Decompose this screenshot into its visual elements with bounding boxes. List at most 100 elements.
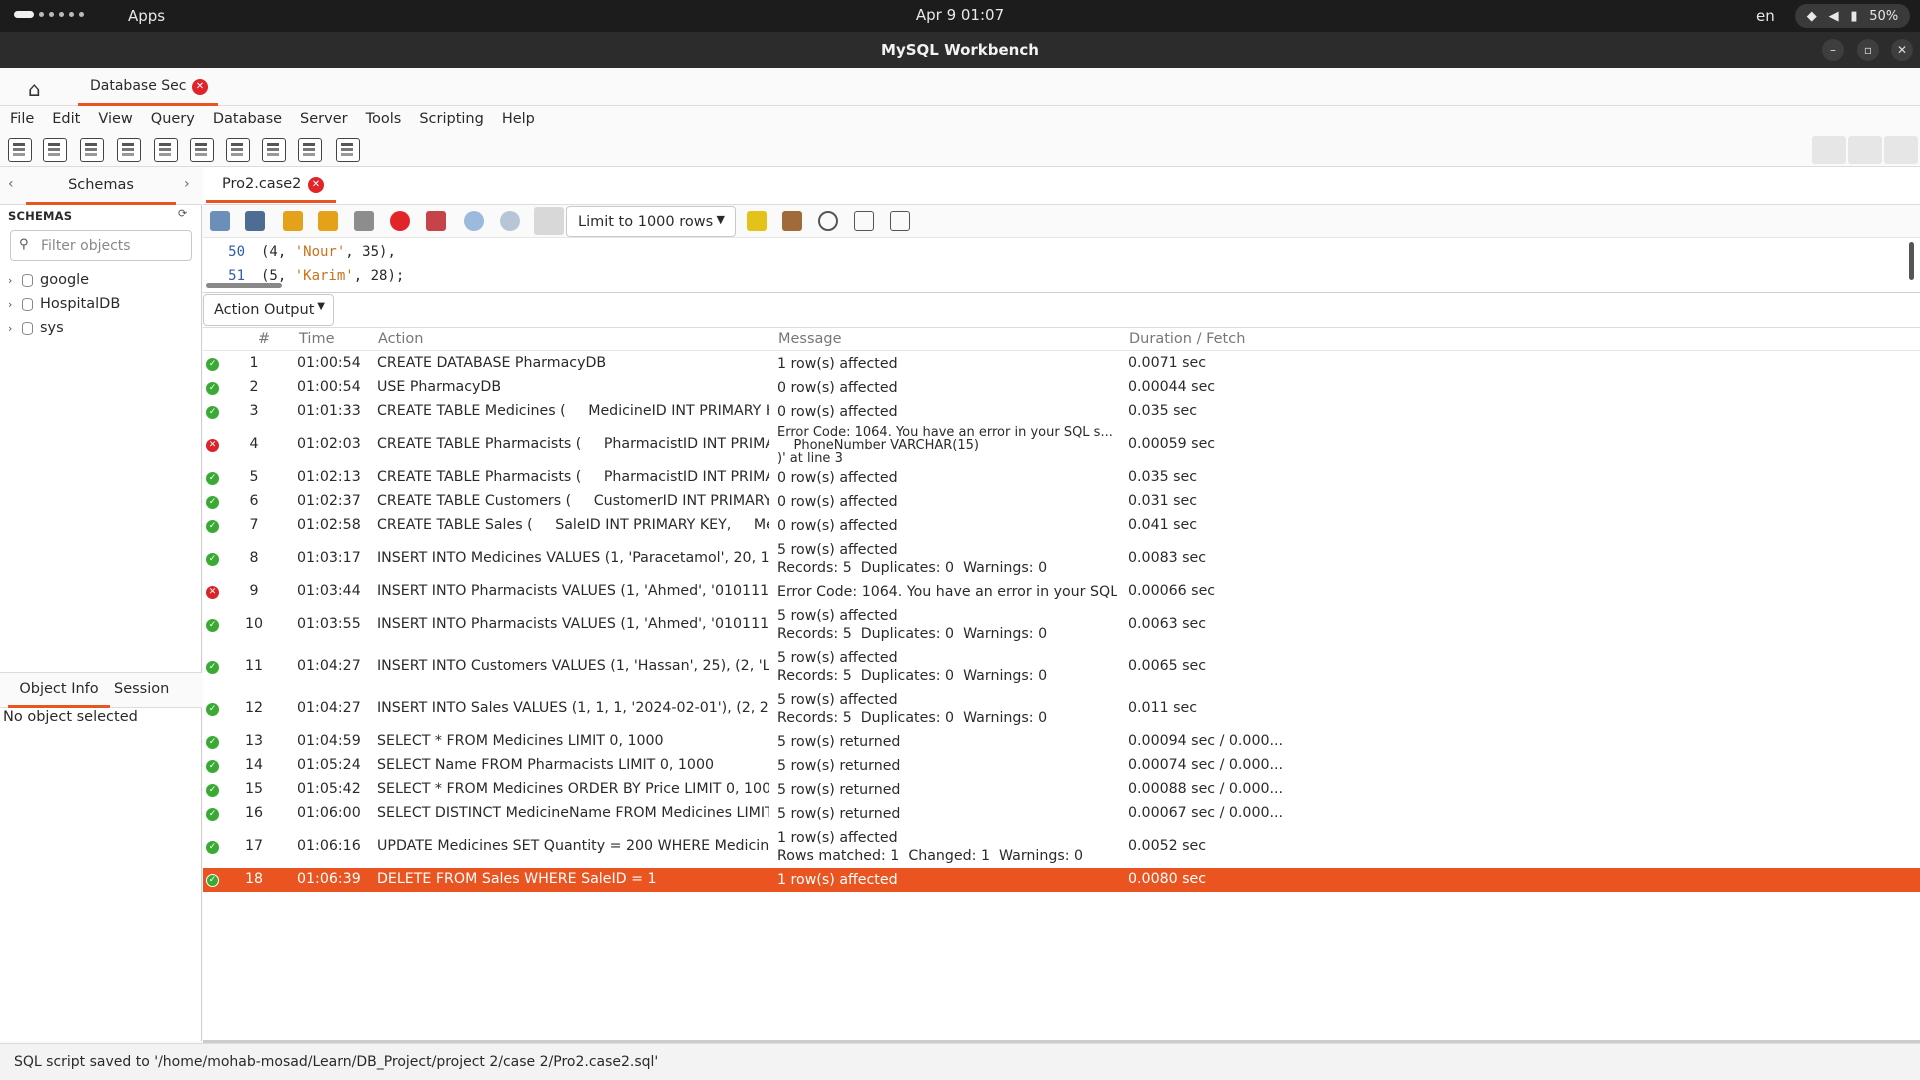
menu-server[interactable]: Server	[300, 106, 358, 133]
add-snippet-icon[interactable]	[747, 211, 767, 231]
output-row[interactable]: ✓ 15 01:05:42 SELECT * FROM Medicines ORDER…	[203, 778, 1920, 802]
home-icon[interactable]: ⌂	[28, 79, 52, 99]
save-icon[interactable]	[245, 211, 265, 231]
output-row[interactable]: ✓ 1 01:00:54 CREATE DATABASE PharmacyDB 1 ro…	[203, 352, 1920, 376]
maximize-button[interactable]: ▫	[1857, 39, 1879, 61]
column-action[interactable]: Action	[378, 331, 423, 347]
word-wrap-icon[interactable]	[890, 211, 910, 231]
output-row[interactable]: ✓ 11 01:04:27 INSERT INTO Customers VALUES …	[203, 646, 1920, 688]
output-row[interactable]: ✓ 16 01:06:00 SELECT DISTINCT MedicineName …	[203, 802, 1920, 826]
commit-icon[interactable]	[464, 211, 484, 231]
chevron-right-icon[interactable]: ›	[8, 298, 18, 311]
code-lines[interactable]: 50 (4, 'Nour', 35), 51 (5, 'Karim', 28);	[203, 240, 404, 288]
schema-item-google[interactable]: › google	[8, 270, 89, 290]
invisible-chars-icon[interactable]	[854, 211, 874, 231]
new-sql-tab-icon[interactable]	[8, 138, 32, 162]
toggle-sidebar-icon[interactable]	[1812, 136, 1846, 164]
output-row[interactable]: ✓ 2 01:00:54 USE PharmacyDB 0 row(s) affecte…	[203, 376, 1920, 400]
column-duration[interactable]: Duration / Fetch	[1129, 331, 1245, 347]
stop-icon[interactable]	[390, 211, 410, 231]
connection-tab[interactable]: Database Sec ✕	[78, 68, 218, 106]
limit-rows-select[interactable]: Limit to 1000 rows ▼	[566, 206, 736, 237]
column-message[interactable]: Message	[778, 331, 842, 347]
output-row[interactable]: ✓ 12 01:04:27 INSERT INTO Sales VALUES (1, …	[203, 688, 1920, 730]
reconnect-icon[interactable]	[336, 138, 360, 162]
output-row[interactable]: ✓ 18 01:06:39 DELETE FROM Sales WHERE SaleI…	[203, 868, 1920, 892]
column-number[interactable]: #	[258, 331, 270, 347]
close-connection-tab-icon[interactable]: ✕	[192, 79, 208, 95]
row-time: 01:02:13	[297, 469, 361, 485]
row-duration: 0.00088 sec / 0.000...	[1128, 781, 1284, 797]
editor-tab[interactable]: Pro2.case2 ✕	[206, 167, 336, 203]
find-icon[interactable]	[818, 211, 838, 231]
execute-icon[interactable]	[283, 211, 303, 231]
output-row[interactable]: ✕ 4 01:02:03 CREATE TABLE Pharmacists ( Pha…	[203, 424, 1920, 466]
create-table-icon[interactable]	[154, 138, 178, 162]
output-row[interactable]: ✓ 3 01:01:33 CREATE TABLE Medicines ( Medic…	[203, 400, 1920, 424]
beautify-icon[interactable]	[782, 211, 802, 231]
row-number: 5	[249, 469, 259, 485]
editor-vertical-scrollbar[interactable]	[1909, 242, 1914, 280]
chevron-right-icon[interactable]: ›	[8, 274, 18, 287]
output-row[interactable]: ✕ 9 01:03:44 INSERT INTO Pharmacists VALUES…	[203, 580, 1920, 604]
code-text: (4,	[261, 244, 295, 260]
inspector-icon[interactable]	[80, 138, 104, 162]
menu-query[interactable]: Query	[151, 106, 205, 133]
tab-object-info[interactable]: Object Info	[8, 672, 110, 708]
chevron-right-icon[interactable]: ›	[8, 322, 18, 335]
menu-edit[interactable]: Edit	[52, 106, 90, 133]
toggle-continue-on-error-icon[interactable]	[426, 211, 446, 231]
toggle-output-icon[interactable]	[1848, 136, 1882, 164]
clock[interactable]: Apr 9 01:07	[0, 6, 1920, 24]
column-time[interactable]: Time	[299, 331, 335, 347]
create-schema-icon[interactable]	[117, 138, 141, 162]
close-window-button[interactable]: ✕	[1891, 39, 1913, 61]
rollback-icon[interactable]	[500, 211, 520, 231]
autocommit-icon[interactable]	[534, 207, 564, 235]
row-time: 01:04:59	[297, 733, 361, 749]
output-row[interactable]: ✓ 10 01:03:55 INSERT INTO Pharmacists VALUE…	[203, 604, 1920, 646]
search-table-data-icon[interactable]	[298, 138, 322, 162]
chevron-left-icon[interactable]: ‹	[8, 176, 14, 192]
apps-button[interactable]: Apps	[128, 7, 165, 25]
toggle-secondary-sidebar-icon[interactable]	[1884, 136, 1918, 164]
output-row[interactable]: ✓ 13 01:04:59 SELECT * FROM Medicines LIMIT…	[203, 730, 1920, 754]
output-row[interactable]: ✓ 14 01:05:24 SELECT Name FROM Pharmacists …	[203, 754, 1920, 778]
workspace-indicator[interactable]	[14, 11, 84, 18]
create-procedure-icon[interactable]	[226, 138, 250, 162]
create-view-icon[interactable]	[190, 138, 214, 162]
filter-objects-input[interactable]: Filter objects	[10, 230, 192, 261]
row-message: 1 row(s) affected	[777, 872, 898, 888]
chevron-right-icon[interactable]: ›	[184, 176, 190, 192]
tab-session[interactable]: Session	[114, 681, 169, 697]
output-type-select[interactable]: Action Output ▼	[203, 294, 334, 326]
system-tray[interactable]: ◆ ◀ ▮ 50%	[1795, 4, 1910, 28]
create-function-icon[interactable]	[262, 138, 286, 162]
menu-view[interactable]: View	[98, 106, 142, 133]
editor-horizontal-scrollbar[interactable]	[206, 283, 282, 288]
output-row[interactable]: ✓ 7 01:02:58 CREATE TABLE Sales ( SaleID IN…	[203, 514, 1920, 538]
menu-database[interactable]: Database	[213, 106, 292, 133]
output-row[interactable]: ✓ 6 01:02:37 CREATE TABLE Customers ( Custo…	[203, 490, 1920, 514]
execute-current-icon[interactable]	[318, 211, 338, 231]
success-status-icon: ✓	[206, 405, 219, 419]
menu-tools[interactable]: Tools	[366, 106, 412, 133]
schema-item-hospitaldb[interactable]: › HospitalDB	[8, 294, 120, 314]
output-row[interactable]: ✓ 8 01:03:17 INSERT INTO Medicines VALUES (…	[203, 538, 1920, 580]
menu-scripting[interactable]: Scripting	[419, 106, 493, 133]
row-number: 9	[249, 583, 259, 599]
menu-help[interactable]: Help	[502, 106, 545, 133]
explain-icon[interactable]	[354, 211, 374, 231]
language-indicator[interactable]: en	[1756, 7, 1775, 25]
close-editor-tab-icon[interactable]: ✕	[308, 177, 324, 193]
open-sql-script-icon[interactable]	[43, 138, 67, 162]
tab-schemas[interactable]: Schemas	[26, 167, 176, 205]
menu-file[interactable]: File	[10, 106, 44, 133]
row-duration: 0.031 sec	[1128, 493, 1198, 509]
schema-item-sys[interactable]: › sys	[8, 318, 64, 338]
output-row[interactable]: ✓ 5 01:02:13 CREATE TABLE Pharmacists ( Pha…	[203, 466, 1920, 490]
output-row[interactable]: ✓ 17 01:06:16 UPDATE Medicines SET Quantity…	[203, 826, 1920, 868]
refresh-schemas-icon[interactable]: ⟳	[178, 207, 187, 220]
minimize-button[interactable]: –	[1822, 39, 1844, 61]
open-folder-icon[interactable]	[210, 211, 230, 231]
